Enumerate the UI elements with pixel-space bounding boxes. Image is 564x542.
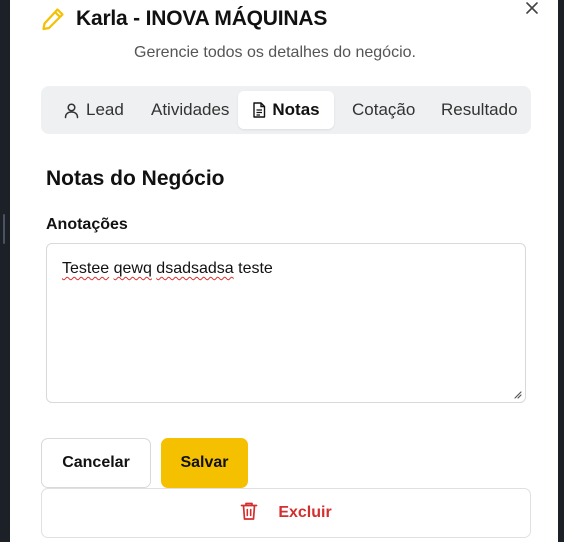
resize-grip-icon[interactable]: [512, 389, 522, 399]
dialog-title: Karla - INOVA MÁQUINAS: [76, 7, 328, 30]
delete-button-label: Excluir: [278, 504, 332, 521]
deal-dialog: Karla - INOVA MÁQUINAS Gerencie todos os…: [10, 0, 558, 542]
tab-label: Lead: [86, 100, 124, 119]
cancel-button-label: Cancelar: [62, 454, 130, 471]
panel-resize-handle[interactable]: [3, 214, 5, 244]
note-word: qewq: [113, 260, 152, 277]
background-right-strip: [558, 0, 564, 542]
tab-label: Resultado: [441, 100, 518, 119]
close-button[interactable]: [522, 0, 542, 18]
note-word: Testee: [62, 260, 110, 277]
pencil-icon: [40, 6, 66, 32]
tab-label: Cotação: [352, 100, 416, 119]
trash-icon: [240, 501, 258, 526]
note-word: dsadsadsa: [156, 260, 234, 277]
tab-atividades[interactable]: Atividades: [151, 91, 229, 129]
close-icon: [526, 2, 538, 14]
dialog-subtitle-text: Gerencie todos os detalhes do negócio.: [134, 44, 416, 61]
save-button-label: Salvar: [180, 454, 229, 471]
user-icon: [63, 102, 80, 119]
note-word: teste: [238, 260, 273, 277]
background-left-strip: [0, 0, 10, 542]
save-button[interactable]: Salvar: [161, 438, 248, 488]
file-text-icon: [252, 102, 266, 118]
notes-field-label: Anotações: [46, 216, 128, 233]
tab-lead[interactable]: Lead: [63, 91, 124, 129]
tabs-bar: Lead Atividades Notas Cotação Resultado: [41, 86, 531, 134]
tab-cotacao[interactable]: Cotação: [352, 91, 415, 129]
tab-notas[interactable]: Notas: [238, 91, 334, 129]
tab-resultado[interactable]: Resultado: [441, 91, 518, 129]
delete-button[interactable]: Excluir: [41, 488, 531, 538]
tab-label: Notas: [272, 100, 320, 119]
dialog-header: Karla - INOVA MÁQUINAS: [40, 6, 327, 32]
notes-textarea[interactable]: Testee qewq dsadsadsa teste: [46, 243, 526, 403]
section-title: Notas do Negócio: [46, 167, 225, 190]
cancel-button[interactable]: Cancelar: [41, 438, 151, 488]
tab-label: Atividades: [151, 100, 230, 119]
